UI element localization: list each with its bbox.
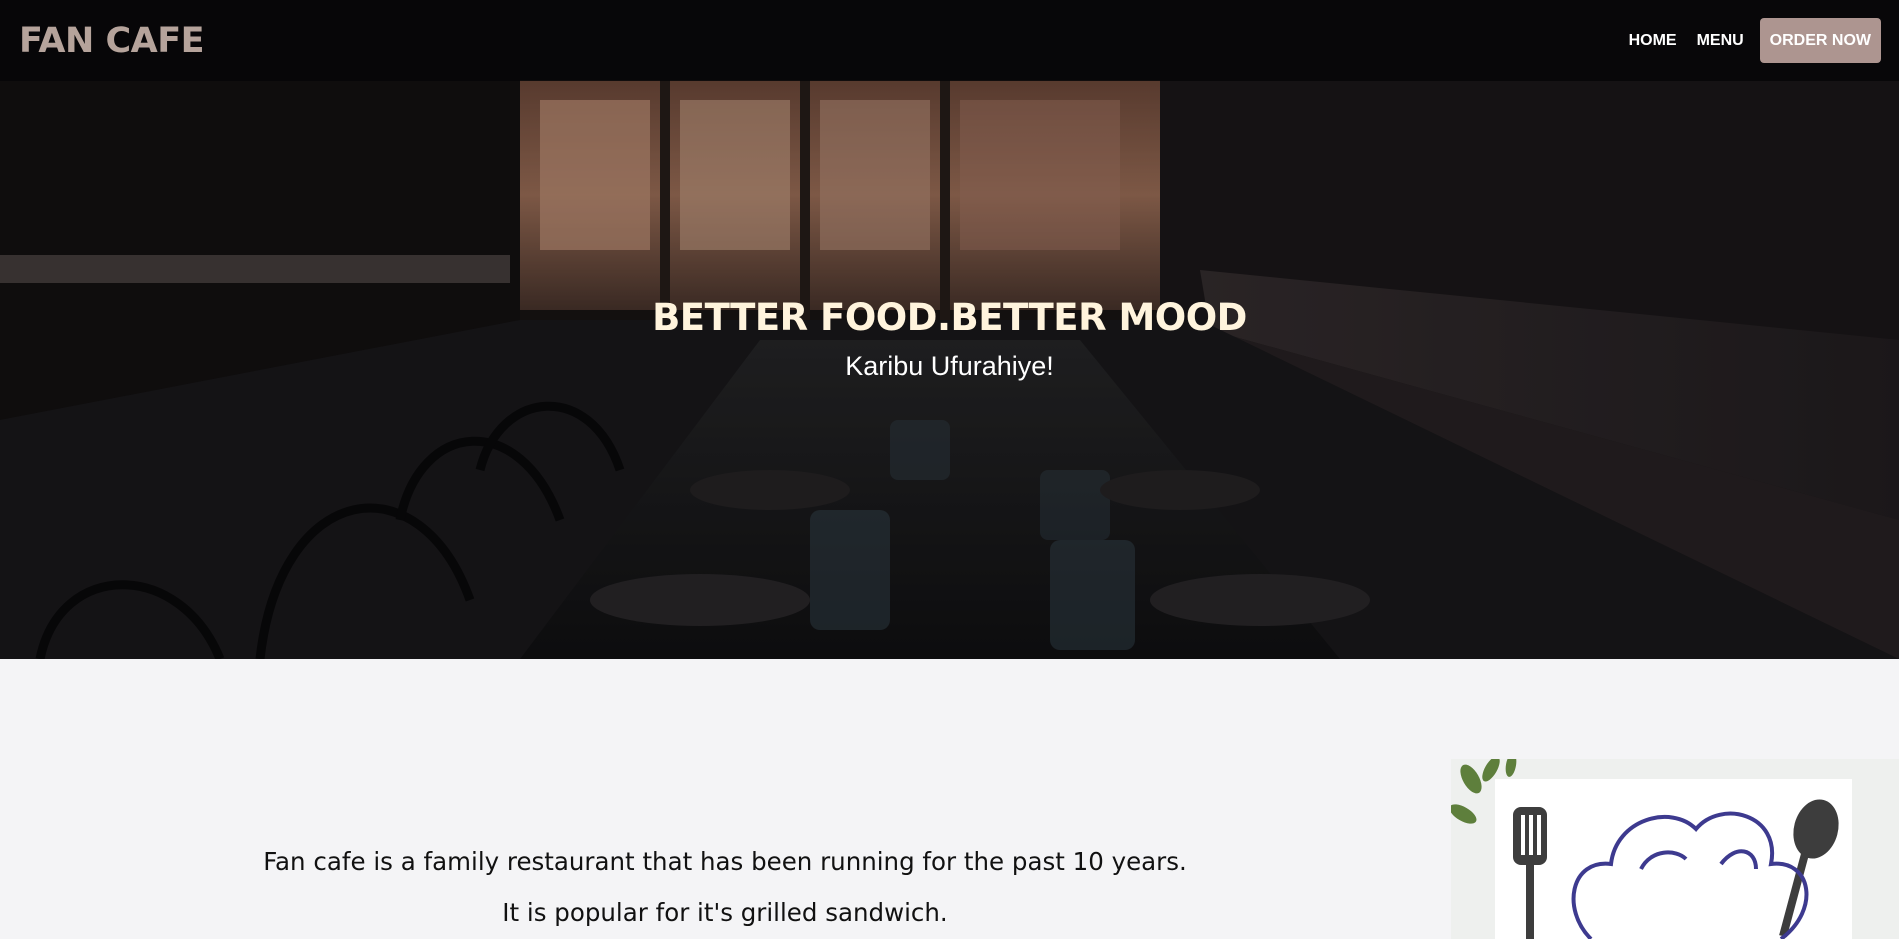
nav-links: HOME MENU ORDER NOW <box>1609 18 1881 63</box>
about-line-1: Fan cafe is a family restaurant that has… <box>263 847 1187 876</box>
hero-subtitle: Karibu Ufurahiye! <box>845 351 1054 381</box>
page: BETTER FOOD.BETTER MOOD Karibu Ufurahiye… <box>0 0 1899 939</box>
chef-hat-illustration <box>1451 759 1899 939</box>
about-section: Fan cafe is a family restaurant that has… <box>0 659 1899 939</box>
order-now-button[interactable]: ORDER NOW <box>1759 18 1881 63</box>
navbar: FAN CAFE HOME MENU ORDER NOW <box>0 0 1899 81</box>
hero-title: BETTER FOOD.BETTER MOOD <box>652 296 1247 339</box>
brand-logo[interactable]: FAN CAFE <box>19 21 205 61</box>
about-text: Fan cafe is a family restaurant that has… <box>210 836 1240 938</box>
about-line-2: It is popular for it's grilled sandwich. <box>502 898 948 927</box>
hero-section: BETTER FOOD.BETTER MOOD Karibu Ufurahiye… <box>0 0 1899 659</box>
nav-link-home[interactable]: HOME <box>1629 32 1677 50</box>
hero-content: BETTER FOOD.BETTER MOOD Karibu Ufurahiye… <box>0 296 1899 382</box>
nav-link-menu[interactable]: MENU <box>1697 32 1744 50</box>
